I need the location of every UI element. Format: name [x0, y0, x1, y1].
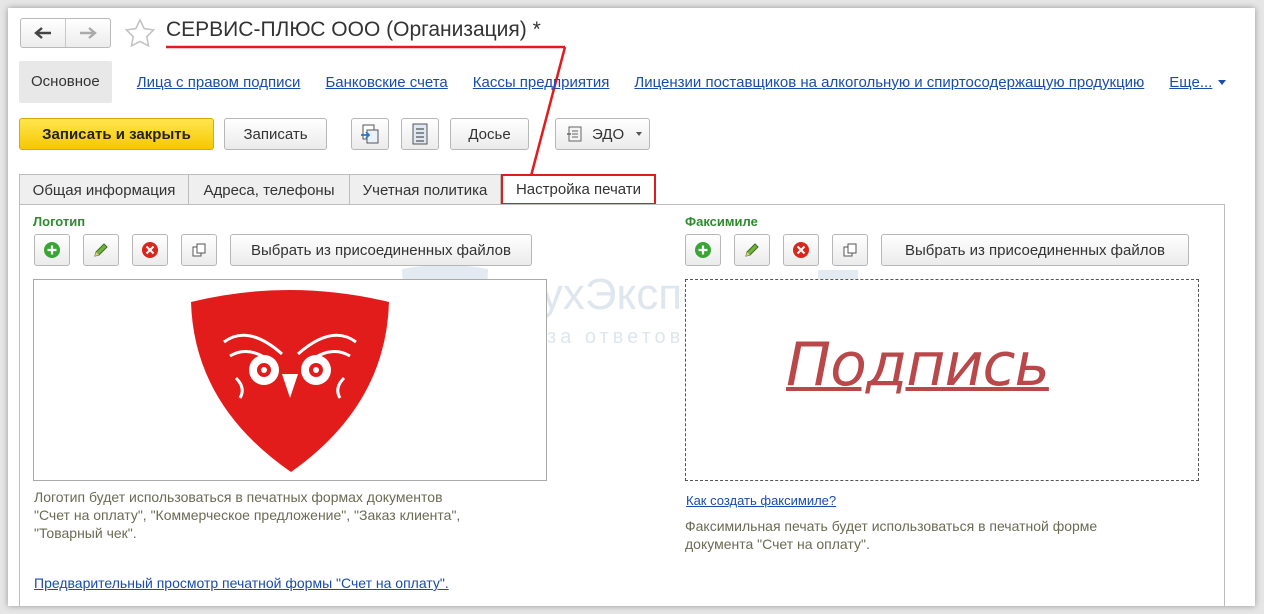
- logo-add-button[interactable]: [34, 234, 70, 266]
- save-and-close-button[interactable]: Записать и закрыть: [19, 118, 214, 150]
- facsimile-edit-button[interactable]: [734, 234, 770, 266]
- chevron-down-icon: [636, 132, 643, 136]
- signature-image: Подпись: [786, 330, 1050, 400]
- tab-print-settings[interactable]: Настройка печати: [501, 174, 656, 205]
- facsimile-note-line: документа "Счет на оплату".: [685, 536, 870, 552]
- report-button[interactable]: [401, 118, 439, 150]
- logo-image-box[interactable]: [33, 279, 547, 481]
- how-to-create-facsimile-link[interactable]: Как создать факсимиле?: [686, 493, 836, 508]
- form-window: СЕРВИС-ПЛЮС ООО (Организация) * Основное…: [8, 8, 1255, 606]
- link-bank-accounts[interactable]: Банковские счета: [325, 74, 447, 91]
- delete-circle-icon: [142, 242, 158, 258]
- tab-addresses-phones[interactable]: Адреса, телефоны: [188, 174, 350, 205]
- save-button[interactable]: Записать: [224, 118, 327, 150]
- facsimile-image-box[interactable]: Подпись: [685, 279, 1199, 481]
- chevron-down-icon: [1218, 80, 1227, 86]
- edo-label: ЭДО: [592, 125, 625, 143]
- logo-note-line: "Товарный чек".: [34, 525, 137, 541]
- edo-icon: [567, 126, 582, 142]
- link-more[interactable]: Еще...: [1169, 73, 1227, 91]
- logo-note-line: "Счет на оплату", "Коммерческое предложе…: [34, 507, 461, 523]
- owl-logo-icon: [191, 290, 389, 472]
- facsimile-section-label: Факсимиле: [685, 214, 758, 229]
- facsimile-note: Факсимильная печать будет использоваться…: [685, 517, 1097, 553]
- logo-choose-file-button[interactable]: Выбрать из присоединенных файлов: [230, 234, 532, 266]
- delete-circle-icon: [793, 242, 809, 258]
- facsimile-add-button[interactable]: [685, 234, 721, 266]
- link-alcohol-licenses[interactable]: Лицензии поставщиков на алкогольную и сп…: [634, 74, 1144, 91]
- copy-icon: [192, 243, 206, 257]
- preview-print-form-link[interactable]: Предварительный просмотр печатной формы …: [34, 575, 449, 591]
- document-structure-icon: [361, 124, 379, 144]
- facsimile-choose-file-button[interactable]: Выбрать из присоединенных файлов: [881, 234, 1189, 266]
- tab-accounting-policy[interactable]: Учетная политика: [349, 174, 501, 205]
- logo-edit-button[interactable]: [83, 234, 119, 266]
- logo-section-label: Логотип: [33, 214, 86, 229]
- copy-icon: [843, 243, 857, 257]
- pencil-icon: [745, 243, 759, 257]
- tab-general-info[interactable]: Общая информация: [19, 174, 189, 205]
- form-links-bar: Основное Лица с правом подписи Банковски…: [19, 61, 1227, 103]
- plus-circle-icon: [44, 242, 60, 258]
- structure-button[interactable]: [351, 118, 389, 150]
- link-cash-desks[interactable]: Кассы предприятия: [473, 74, 610, 91]
- link-more-label: Еще...: [1169, 73, 1213, 91]
- logo-copy-button[interactable]: [181, 234, 217, 266]
- facsimile-delete-button[interactable]: [783, 234, 819, 266]
- edo-dropdown-button[interactable]: ЭДО: [555, 118, 650, 150]
- logo-note-line: Логотип будет использоваться в печатных …: [34, 489, 443, 505]
- pencil-icon: [94, 243, 108, 257]
- link-main[interactable]: Основное: [19, 61, 112, 103]
- logo-delete-button[interactable]: [132, 234, 168, 266]
- signature-text: Подпись: [786, 330, 1050, 400]
- link-signatories[interactable]: Лица с правом подписи: [137, 74, 301, 91]
- facsimile-note-line: Факсимильная печать будет использоваться…: [685, 518, 1098, 534]
- facsimile-copy-button[interactable]: [832, 234, 868, 266]
- plus-circle-icon: [695, 242, 711, 258]
- dossier-button[interactable]: Досье: [450, 118, 529, 150]
- logo-note: Логотип будет использоваться в печатных …: [34, 488, 460, 542]
- list-report-icon: [412, 123, 428, 145]
